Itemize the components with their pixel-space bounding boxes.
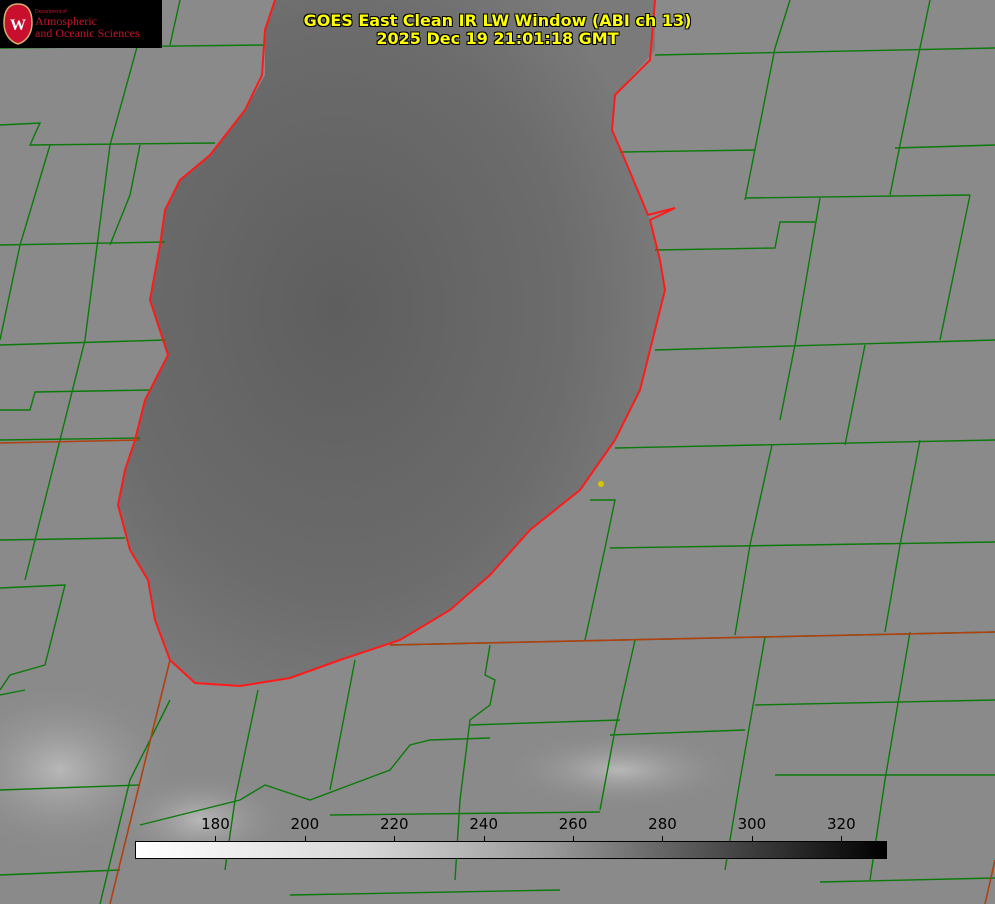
colorbar-tick-label: 300 <box>737 815 767 833</box>
colorbar-tick-mark <box>751 836 753 841</box>
colorbar-tick-label: 180 <box>201 815 230 833</box>
colorbar-tick-mark <box>215 836 217 841</box>
location-marker <box>598 481 604 487</box>
cloud-region <box>500 730 740 810</box>
colorbar-tick-label: 220 <box>379 815 409 833</box>
colorbar-tick-label: 280 <box>648 815 677 833</box>
colorbar <box>135 841 887 859</box>
colorbar-tick-mark <box>662 836 664 841</box>
colorbar-tick-mark <box>394 836 396 841</box>
map-canvas <box>0 0 995 904</box>
satellite-image: W Department of Atmospheric and Oceanic … <box>0 0 995 904</box>
colorbar-tick-label: 200 <box>290 815 320 833</box>
colorbar-tick-label: 240 <box>469 815 498 833</box>
colorbar-tick-mark <box>304 836 306 841</box>
image-title: GOES East Clean IR LW Window (ABI ch 13)… <box>0 12 995 48</box>
title-product: GOES East Clean IR LW Window (ABI ch 13) <box>303 11 692 30</box>
title-timestamp: 2025 Dec 19 21:01:18 GMT <box>376 29 619 48</box>
colorbar-tick-label: 260 <box>558 815 588 833</box>
colorbar-tick-mark <box>573 836 575 841</box>
colorbar-tick-label: 320 <box>826 815 856 833</box>
colorbar-tick-mark <box>483 836 485 841</box>
colorbar-tick-mark <box>841 836 843 841</box>
